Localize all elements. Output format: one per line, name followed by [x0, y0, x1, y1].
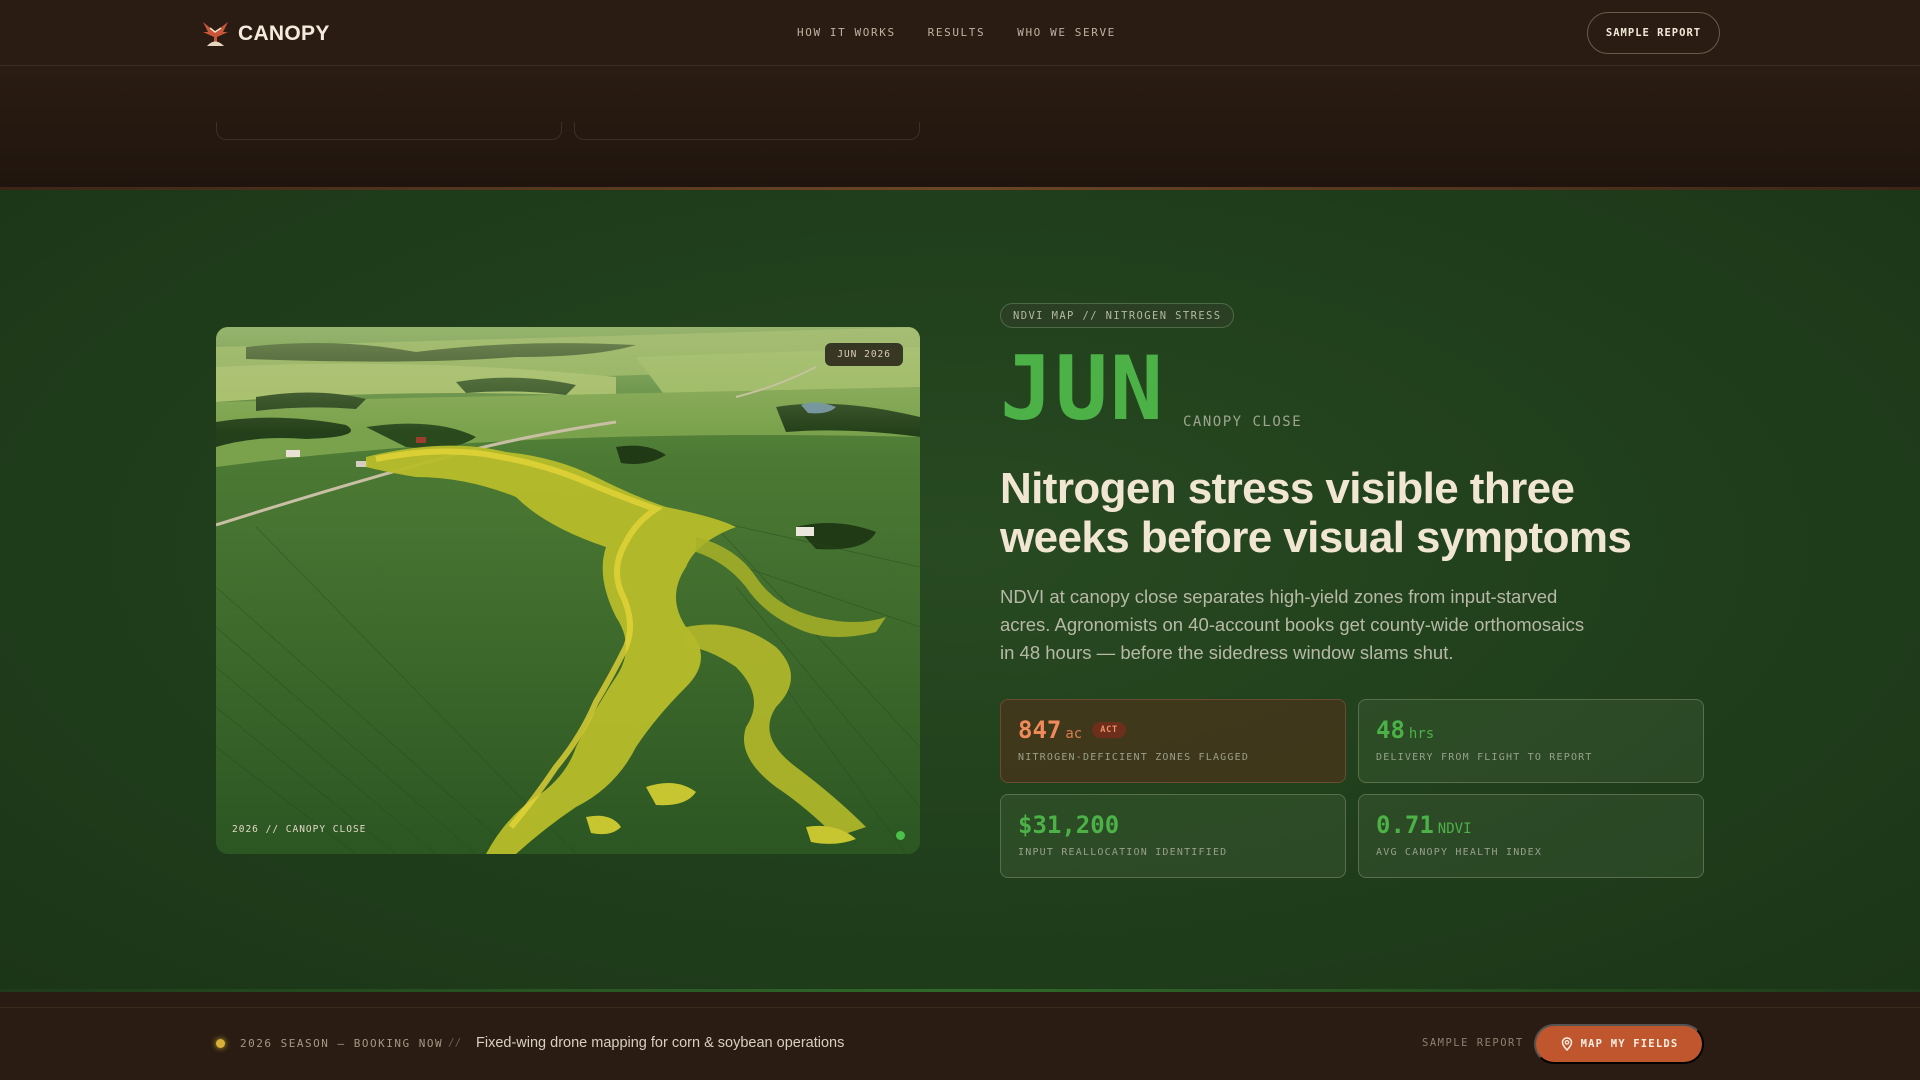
bottom-bar-tagline: Fixed-wing drone mapping for corn & soyb… — [476, 1035, 845, 1051]
stat-label: INPUT REALLOCATION IDENTIFIED — [1018, 847, 1228, 858]
stat-card-canopy-health: 0.71 NDVI AVG CANOPY HEALTH INDEX — [1358, 794, 1704, 878]
stat-value-row: 847 ac ACT — [1018, 716, 1329, 744]
season-status: 2026 SEASON — BOOKING NOW — [240, 1037, 444, 1050]
stat-value: 0.71 — [1376, 811, 1434, 839]
sticky-bottom-bar: 2026 SEASON — BOOKING NOW // Fixed-wing … — [0, 992, 1920, 1080]
previous-card — [574, 122, 920, 140]
live-status-dot — [896, 831, 905, 840]
sample-report-button[interactable]: SAMPLE REPORT — [1587, 12, 1720, 54]
stat-value-row: $31,200 — [1018, 811, 1329, 839]
status-badge: ACT — [1092, 722, 1126, 738]
nav-results[interactable]: RESULTS — [928, 26, 986, 39]
brand-logo[interactable]: CANOPY — [201, 19, 330, 48]
stat-card-input-reallocation: $31,200 INPUT REALLOCATION IDENTIFIED — [1000, 794, 1346, 878]
sample-report-link[interactable]: SAMPLE REPORT — [1422, 1037, 1524, 1049]
booking-status-dot — [216, 1039, 225, 1048]
stat-value: 48 — [1376, 716, 1405, 744]
section-description: NDVI at canopy close separates high-yiel… — [1000, 586, 1585, 663]
section-headline: Nitrogen stress visible three weeks befo… — [1000, 464, 1632, 562]
field-aerial-image: JUN 2026 2026 // CANOPY CLOSE — [216, 327, 920, 854]
section-tag: NDVI MAP // NITROGEN STRESS — [1000, 303, 1235, 328]
month-subtitle: CANOPY CLOSE — [1183, 414, 1303, 430]
site-header: CANOPY HOW IT WORKS RESULTS WHO WE SERVE… — [0, 0, 1920, 66]
stat-value-row: 48 hrs — [1376, 716, 1687, 744]
stat-label: AVG CANOPY HEALTH INDEX — [1376, 847, 1543, 858]
stat-value-row: 0.71 NDVI — [1376, 811, 1687, 839]
bottom-bar-rule — [0, 1007, 1920, 1008]
map-my-fields-button[interactable]: MAP MY FIELDS — [1534, 1024, 1704, 1064]
stat-unit: hrs — [1408, 726, 1435, 742]
image-date-badge: JUN 2026 — [825, 343, 903, 366]
stat-label: DELIVERY FROM FLIGHT TO REPORT — [1376, 752, 1593, 763]
brand-name: CANOPY — [238, 21, 330, 45]
main-nav: HOW IT WORKS RESULTS WHO WE SERVE — [797, 26, 1116, 39]
image-caption: 2026 // CANOPY CLOSE — [232, 824, 367, 835]
cta-label: MAP MY FIELDS — [1580, 1038, 1679, 1050]
stat-value: $31,200 — [1018, 811, 1120, 839]
stat-card-nitrogen-zones: 847 ac ACT NITROGEN-DEFICIENT ZONES FLAG… — [1000, 699, 1346, 783]
separator: // — [448, 1036, 462, 1049]
map-pin-icon — [1561, 1037, 1572, 1051]
stat-unit: ac — [1065, 726, 1083, 742]
stat-unit: NDVI — [1437, 821, 1472, 837]
previous-card — [216, 122, 562, 140]
month-display: JUN — [1000, 337, 1165, 440]
nav-who-we-serve[interactable]: WHO WE SERVE — [1017, 26, 1116, 39]
previous-section — [0, 66, 1920, 188]
stat-card-delivery: 48 hrs DELIVERY FROM FLIGHT TO REPORT — [1358, 699, 1704, 783]
nav-how-it-works[interactable]: HOW IT WORKS — [797, 26, 896, 39]
stat-value: 847 — [1018, 716, 1062, 744]
stat-label: NITROGEN-DEFICIENT ZONES FLAGGED — [1018, 752, 1250, 763]
aerial-field-illustration — [216, 327, 920, 854]
canopy-logo-icon — [203, 22, 228, 46]
